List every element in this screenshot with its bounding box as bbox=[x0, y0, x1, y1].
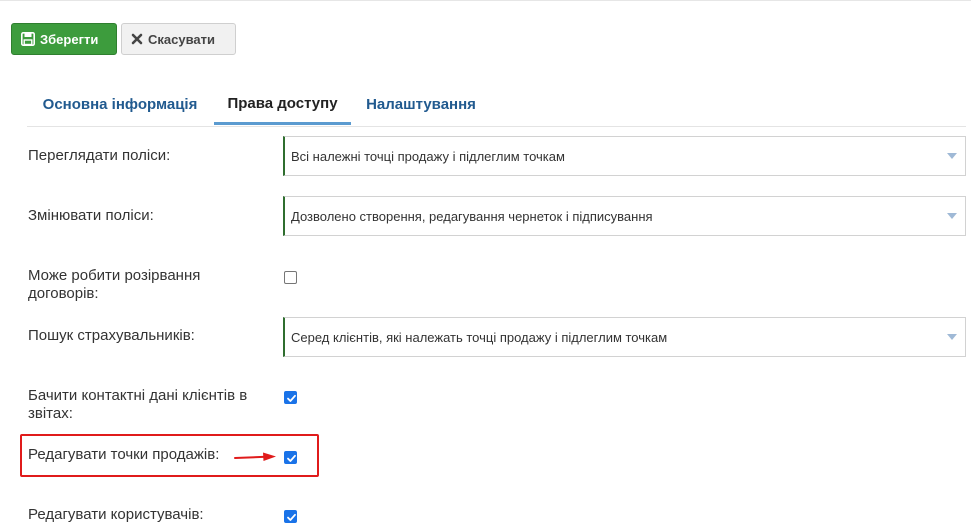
floppy-disk-icon bbox=[21, 32, 35, 46]
cancel-button[interactable]: Скасувати bbox=[121, 23, 236, 55]
tab-settings-label: Налаштування bbox=[366, 96, 476, 113]
edit-points-of-sale-checkbox[interactable] bbox=[284, 451, 297, 464]
top-divider bbox=[0, 0, 971, 1]
checkmark-icon bbox=[287, 394, 296, 402]
contacts-in-reports-checkbox[interactable] bbox=[284, 391, 297, 404]
tab-bar: Основна інформація Права доступу Налашту… bbox=[27, 84, 966, 127]
view-policies-select[interactable]: Всі належні точці продажу і підлеглим то… bbox=[283, 136, 966, 176]
terminate-contracts-checkbox[interactable] bbox=[284, 271, 297, 284]
view-policies-value: Всі належні точці продажу і підлеглим то… bbox=[291, 148, 565, 164]
caret-down-icon bbox=[947, 334, 957, 340]
edit-policies-select[interactable]: Дозволено створення, редагування чернето… bbox=[283, 196, 966, 236]
view-policies-label: Переглядати поліси: bbox=[28, 147, 171, 164]
edit-users-checkbox[interactable] bbox=[284, 510, 297, 523]
search-insurers-value: Серед клієнтів, які належать точці прода… bbox=[291, 329, 668, 345]
search-insurers-select[interactable]: Серед клієнтів, які належать точці прода… bbox=[283, 317, 966, 357]
edit-policies-label: Змінювати поліси: bbox=[28, 207, 154, 224]
save-button-label: Зберегти bbox=[40, 31, 99, 47]
caret-down-icon bbox=[947, 153, 957, 159]
caret-down-icon bbox=[947, 213, 957, 219]
tab-settings[interactable]: Налаштування bbox=[358, 84, 484, 125]
terminate-contracts-label: Може робити розірвання договорів: bbox=[28, 267, 201, 302]
checkmark-icon bbox=[287, 454, 296, 462]
tab-main-info-label: Основна інформація bbox=[42, 96, 198, 113]
checkmark-icon bbox=[287, 513, 296, 521]
cancel-button-label: Скасувати bbox=[148, 31, 215, 47]
edit-points-of-sale-label: Редагувати точки продажів: bbox=[28, 446, 220, 463]
red-arrow-icon bbox=[234, 452, 276, 461]
tab-access-rights[interactable]: Права доступу bbox=[214, 84, 351, 125]
close-x-icon bbox=[131, 33, 143, 45]
edit-users-label: Редагувати користувачів: bbox=[28, 506, 204, 523]
save-button[interactable]: Зберегти bbox=[11, 23, 117, 55]
search-insurers-label: Пошук страхувальників: bbox=[28, 327, 195, 344]
tab-main-info[interactable]: Основна інформація bbox=[27, 84, 213, 125]
contacts-in-reports-label: Бачити контактні дані клієнтів в звітах: bbox=[28, 387, 248, 422]
edit-policies-value: Дозволено створення, редагування чернето… bbox=[291, 208, 653, 224]
tab-access-rights-label: Права доступу bbox=[227, 94, 338, 112]
